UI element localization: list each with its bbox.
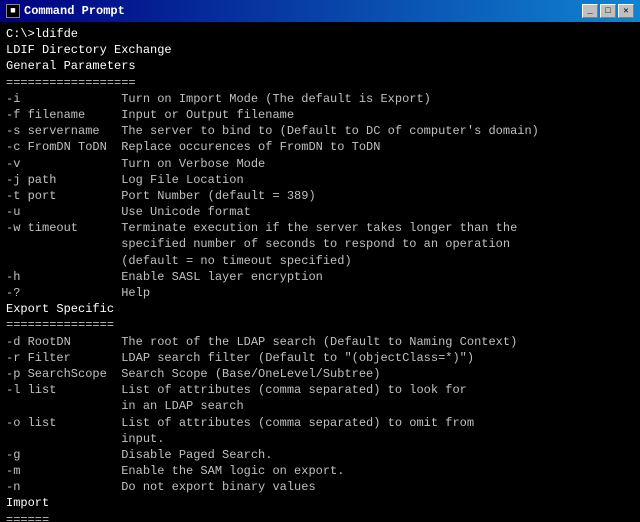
terminal-line: Export Specific: [6, 301, 634, 317]
terminal-line: -f filename Input or Output filename: [6, 107, 634, 123]
window-icon: ■: [6, 4, 20, 18]
terminal-line: Import: [6, 495, 634, 511]
terminal-line: -o list List of attributes (comma separa…: [6, 415, 634, 431]
terminal-body: C:\>ldifdeLDIF Directory ExchangeGeneral…: [0, 22, 640, 522]
terminal-line: -u Use Unicode format: [6, 204, 634, 220]
terminal-line: in an LDAP search: [6, 398, 634, 414]
terminal-line: -n Do not export binary values: [6, 479, 634, 495]
terminal-line: -s servername The server to bind to (Def…: [6, 123, 634, 139]
terminal-line: -? Help: [6, 285, 634, 301]
terminal-line: C:\>ldifde: [6, 26, 634, 42]
terminal-line: (default = no timeout specified): [6, 253, 634, 269]
title-buttons: _ □ ✕: [582, 4, 634, 18]
minimize-button[interactable]: _: [582, 4, 598, 18]
terminal-line: -p SearchScope Search Scope (Base/OneLev…: [6, 366, 634, 382]
terminal-line: ===============: [6, 317, 634, 333]
terminal-line: -t port Port Number (default = 389): [6, 188, 634, 204]
terminal-line: -h Enable SASL layer encryption: [6, 269, 634, 285]
terminal-line: -w timeout Terminate execution if the se…: [6, 220, 634, 236]
terminal-line: -j path Log File Location: [6, 172, 634, 188]
terminal-line: -l list List of attributes (comma separa…: [6, 382, 634, 398]
terminal-line: General Parameters: [6, 58, 634, 74]
terminal-line: ==================: [6, 75, 634, 91]
terminal-line: -m Enable the SAM logic on export.: [6, 463, 634, 479]
title-bar: ■ Command Prompt _ □ ✕: [0, 0, 640, 22]
terminal-line: specified number of seconds to respond t…: [6, 236, 634, 252]
window: ■ Command Prompt _ □ ✕ C:\>ldifdeLDIF Di…: [0, 0, 640, 522]
terminal-line: -v Turn on Verbose Mode: [6, 156, 634, 172]
terminal-line: ======: [6, 512, 634, 522]
terminal-line: -i Turn on Import Mode (The default is E…: [6, 91, 634, 107]
terminal-line: -d RootDN The root of the LDAP search (D…: [6, 334, 634, 350]
terminal-line: -c FromDN ToDN Replace occurences of Fro…: [6, 139, 634, 155]
terminal-line: -g Disable Paged Search.: [6, 447, 634, 463]
close-button[interactable]: ✕: [618, 4, 634, 18]
window-title: Command Prompt: [24, 4, 125, 18]
title-bar-left: ■ Command Prompt: [6, 4, 125, 18]
maximize-button[interactable]: □: [600, 4, 616, 18]
terminal-line: -r Filter LDAP search filter (Default to…: [6, 350, 634, 366]
terminal-line: LDIF Directory Exchange: [6, 42, 634, 58]
terminal-line: input.: [6, 431, 634, 447]
